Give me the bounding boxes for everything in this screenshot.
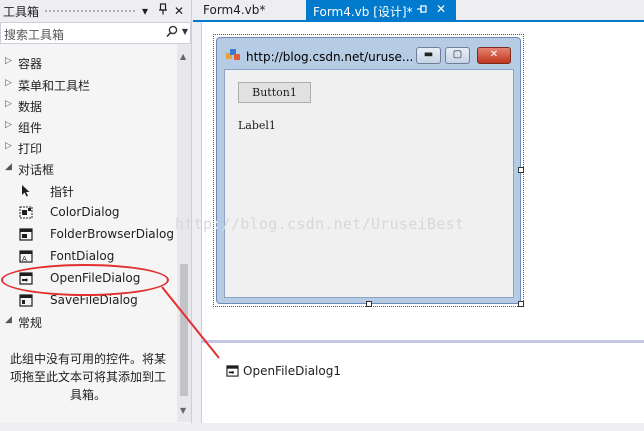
- annotation-arrow-line: [161, 286, 220, 359]
- bottom-status-strip: [0, 423, 644, 431]
- open-file-dialog-icon: [226, 365, 239, 377]
- tray-item-label: OpenFileDialog1: [243, 364, 341, 378]
